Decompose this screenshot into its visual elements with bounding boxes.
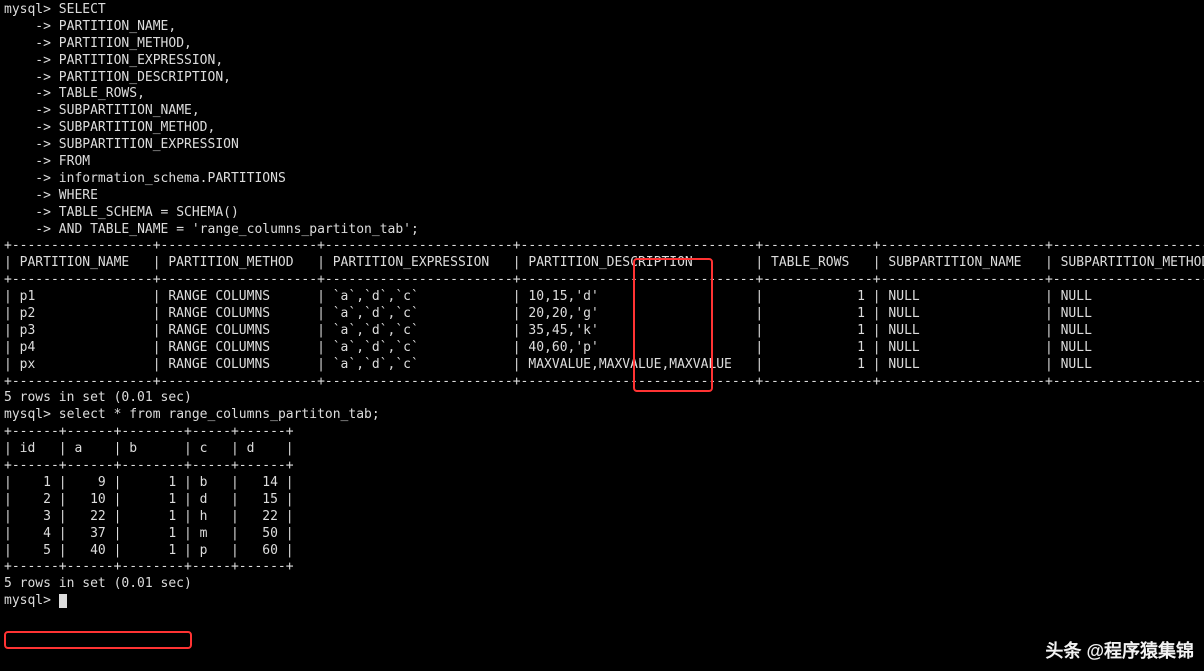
result1-footer: 5 rows in set (0.01 sec) <box>4 390 1200 407</box>
query2-line: mysql> select * from range_columns_parti… <box>4 407 1200 424</box>
next-prompt[interactable]: mysql> <box>4 593 1200 610</box>
watermark-handle: @程序猿集锦 <box>1086 641 1194 661</box>
result-table-1: +------------------+--------------------… <box>4 238 1200 390</box>
terminal-output[interactable]: mysql> SELECT -> PARTITION_NAME, -> PART… <box>0 0 1204 612</box>
cursor <box>59 594 67 608</box>
query1-block: mysql> SELECT -> PARTITION_NAME, -> PART… <box>4 2 1200 238</box>
prompt: mysql> <box>4 2 51 17</box>
prompt: mysql> <box>4 407 51 422</box>
highlight-rows-in-set <box>4 631 192 649</box>
result2-footer: 5 rows in set (0.01 sec) <box>4 576 1200 593</box>
watermark: 头条 @程序猿集锦 <box>1045 640 1194 663</box>
watermark-brand: 头条 <box>1045 641 1081 661</box>
result-table-2: +------+------+--------+-----+------+ | … <box>4 424 1200 576</box>
